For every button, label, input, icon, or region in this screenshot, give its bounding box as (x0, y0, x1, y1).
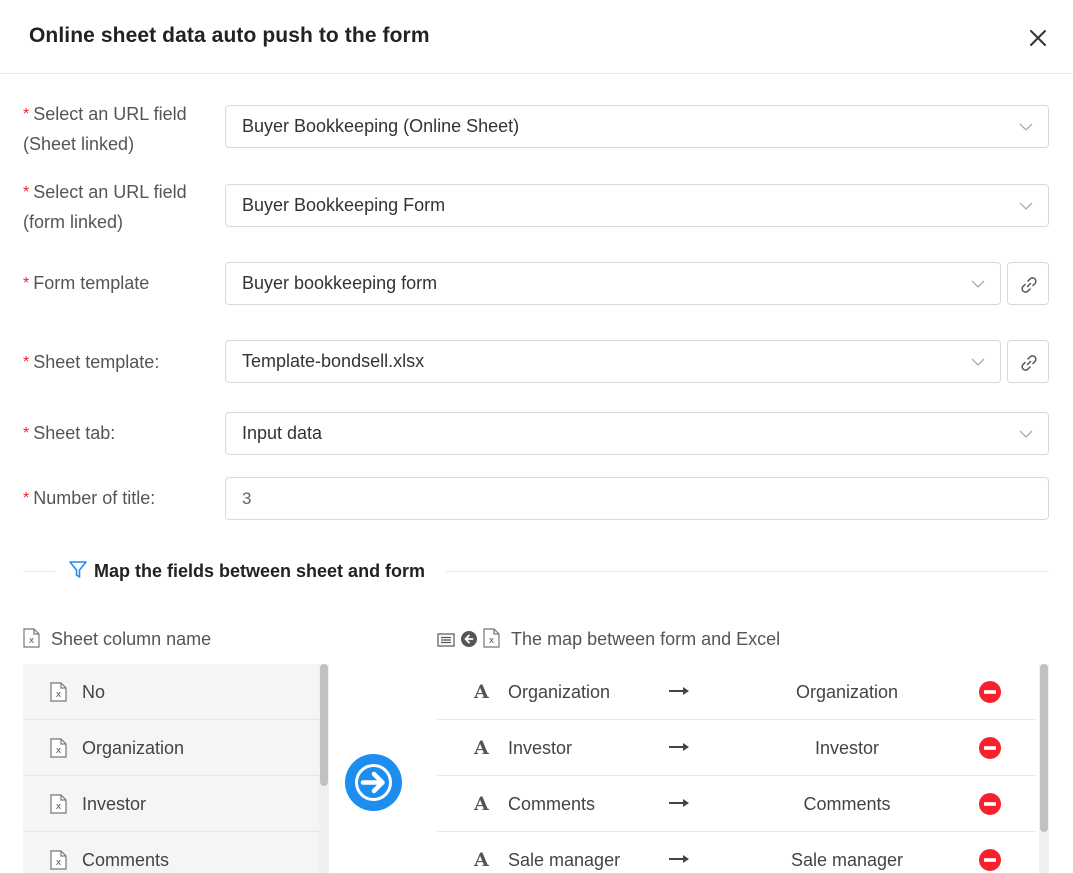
sheet-column-label: Organization (82, 738, 185, 758)
close-icon[interactable] (1024, 24, 1052, 52)
arrow-right-icon (355, 764, 392, 801)
excel-column-label: Organization (795, 682, 899, 702)
text-field-icon: A (474, 849, 489, 871)
svg-text:x: x (56, 858, 62, 868)
mapping-list: A Organization Organization A Investor I… (437, 664, 1036, 873)
required-mark: * (23, 425, 30, 442)
form-field-label: Comments (508, 794, 596, 814)
arrow-left-circle-icon (461, 631, 478, 647)
form-field-label: Investor (508, 738, 573, 758)
svg-text:x: x (56, 746, 62, 756)
sheet-template-link-button[interactable] (1007, 340, 1049, 383)
list-item[interactable]: x Comments (23, 832, 329, 873)
title-count-label: * Number of title: (23, 488, 156, 508)
remove-icon[interactable] (978, 680, 1002, 704)
divider (23, 571, 55, 572)
title-count-value: 3 (242, 489, 252, 508)
dialog-header: Online sheet data auto push to the form (0, 0, 1073, 74)
title-count-input[interactable]: 3 (225, 477, 1049, 520)
svg-text:x: x (56, 690, 62, 700)
svg-text:x: x (56, 802, 62, 812)
sheet-template-select[interactable]: Template-bondsell.xlsx (225, 340, 1001, 383)
excel-column-label: Comments (803, 794, 891, 814)
scrollbar[interactable] (1039, 664, 1049, 873)
chevron-down-icon (1019, 202, 1033, 210)
form-field-label: Organization (508, 682, 611, 702)
required-mark: * (23, 106, 30, 123)
scrollbar-thumb[interactable] (320, 664, 328, 786)
excel-column-label: Sale manager (790, 850, 904, 870)
svg-text:x: x (29, 636, 35, 646)
form-template-link-button[interactable] (1007, 262, 1049, 305)
list-item[interactable]: x Organization (23, 720, 329, 776)
sheet-column-header: x Sheet column name (23, 626, 211, 652)
arrow-right-icon (669, 799, 689, 807)
chevron-down-icon (1019, 123, 1033, 131)
excel-file-icon: x (50, 738, 67, 758)
dialog-title: Online sheet data auto push to the form (29, 24, 430, 47)
filter-icon (69, 561, 87, 578)
mapping-row: A Comments Comments (437, 776, 1036, 832)
mapping-section-title: Map the fields between sheet and form (68, 560, 425, 582)
url-form-select[interactable]: Buyer Bookkeeping Form (225, 184, 1049, 227)
link-icon (1021, 355, 1037, 371)
form-list-icon (437, 633, 455, 647)
sheet-column-label: Comments (82, 850, 170, 870)
text-field-icon: A (474, 793, 489, 815)
text-field-icon: A (474, 681, 489, 703)
sheet-column-label: Investor (82, 794, 147, 814)
excel-file-icon: x (483, 628, 500, 648)
sheet-tab-select[interactable]: Input data (225, 412, 1049, 455)
url-sheet-value: Buyer Bookkeeping (Online Sheet) (242, 116, 520, 136)
form-field-label: Sale manager (508, 850, 621, 870)
excel-file-icon: x (50, 682, 67, 702)
sheet-tab-label: * Sheet tab: (23, 423, 116, 443)
sheet-template-label: * Sheet template: (23, 352, 160, 372)
arrow-right-icon (669, 687, 689, 695)
excel-file-icon: x (23, 628, 40, 648)
excel-column-label: Investor (814, 738, 880, 758)
chevron-down-icon (1019, 430, 1033, 438)
mapping-row: A Sale manager Sale manager (437, 832, 1036, 873)
remove-icon[interactable] (978, 848, 1002, 872)
remove-icon[interactable] (978, 736, 1002, 760)
add-mapping-button[interactable] (345, 754, 402, 811)
text-field-icon: A (474, 737, 489, 759)
arrow-right-icon (669, 855, 689, 863)
svg-text:x: x (489, 636, 495, 646)
url-sheet-select[interactable]: Buyer Bookkeeping (Online Sheet) (225, 105, 1049, 148)
required-mark: * (23, 354, 30, 371)
url-form-value: Buyer Bookkeeping Form (242, 195, 446, 215)
mapping-row: A Organization Organization (437, 664, 1036, 720)
divider (446, 571, 1049, 572)
form-template-label: * Form template (23, 273, 150, 293)
required-mark: * (23, 184, 30, 201)
remove-icon[interactable] (978, 792, 1002, 816)
list-item[interactable]: x No (23, 664, 329, 720)
link-icon (1021, 277, 1037, 293)
required-mark: * (23, 275, 30, 292)
required-mark: * (23, 490, 30, 507)
form-template-value: Buyer bookkeeping form (242, 273, 438, 293)
sheet-column-label: No (82, 682, 106, 702)
list-item[interactable]: x Investor (23, 776, 329, 832)
url-form-label: * Select an URL field (form linked) (23, 182, 187, 232)
url-sheet-label: * Select an URL field (Sheet linked) (23, 104, 187, 154)
map-header: x The map between form and Excel (437, 626, 780, 652)
sheet-tab-value: Input data (242, 423, 323, 443)
chevron-down-icon (971, 280, 985, 288)
excel-file-icon: x (50, 850, 67, 870)
chevron-down-icon (971, 358, 985, 366)
scrollbar[interactable] (319, 664, 329, 873)
arrow-right-icon (669, 743, 689, 751)
sheet-column-list: x No x Organization x Investor x Comment… (23, 664, 329, 873)
sheet-template-value: Template-bondsell.xlsx (242, 351, 425, 371)
scrollbar-thumb[interactable] (1040, 664, 1048, 832)
form-template-select[interactable]: Buyer bookkeeping form (225, 262, 1001, 305)
mapping-row: A Investor Investor (437, 720, 1036, 776)
excel-file-icon: x (50, 794, 67, 814)
